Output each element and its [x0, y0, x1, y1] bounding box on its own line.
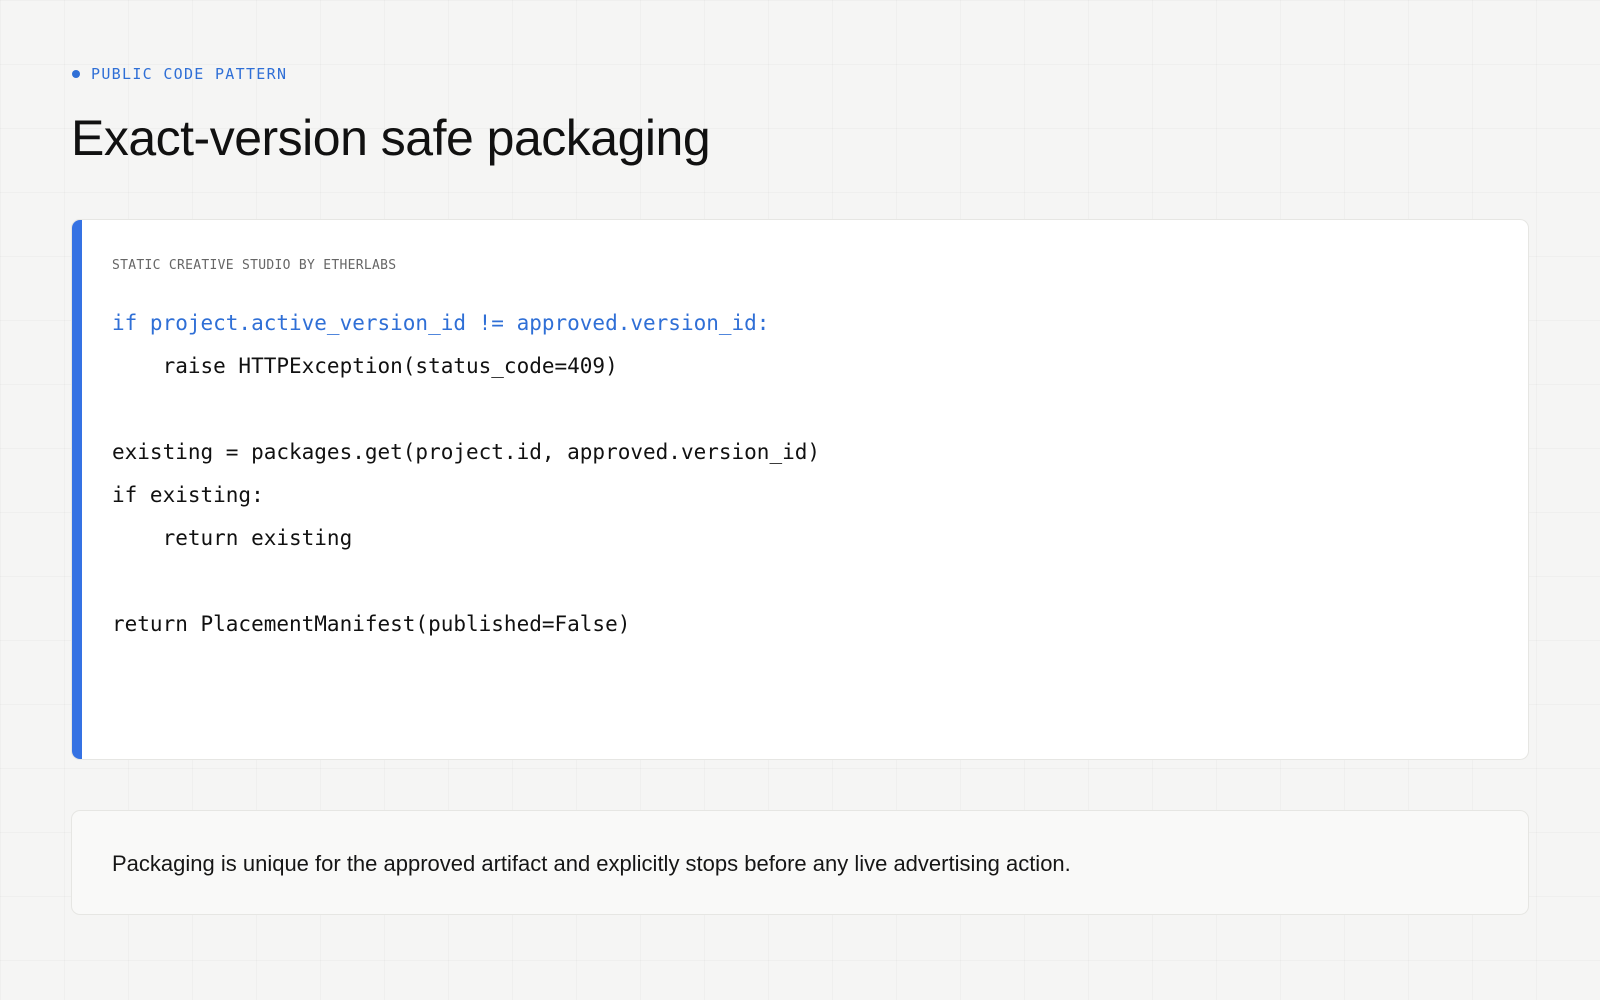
code-line-8: return PlacementManifest(published=False…	[112, 612, 631, 636]
code-card: STATIC CREATIVE STUDIO BY ETHERLABS if p…	[71, 219, 1529, 760]
code-line-6: return existing	[112, 526, 353, 550]
eyebrow: PUBLIC CODE PATTERN	[72, 64, 287, 84]
eyebrow-label: PUBLIC CODE PATTERN	[91, 65, 288, 83]
note-card: Packaging is unique for the approved art…	[71, 810, 1529, 915]
code-line-1: if project.active_version_id != approved…	[112, 311, 770, 335]
note-text: Packaging is unique for the approved art…	[112, 851, 1071, 876]
code-line-2: raise HTTPException(status_code=409)	[112, 354, 618, 378]
code-block: if project.active_version_id != approved…	[112, 302, 820, 646]
bullet-dot-icon	[72, 70, 80, 78]
code-line-4: existing = packages.get(project.id, appr…	[112, 440, 821, 464]
code-line-5: if existing:	[112, 483, 264, 507]
page-title: Exact-version safe packaging	[71, 110, 711, 166]
accent-bar	[72, 220, 82, 759]
code-card-label: STATIC CREATIVE STUDIO BY ETHERLABS	[112, 258, 397, 273]
